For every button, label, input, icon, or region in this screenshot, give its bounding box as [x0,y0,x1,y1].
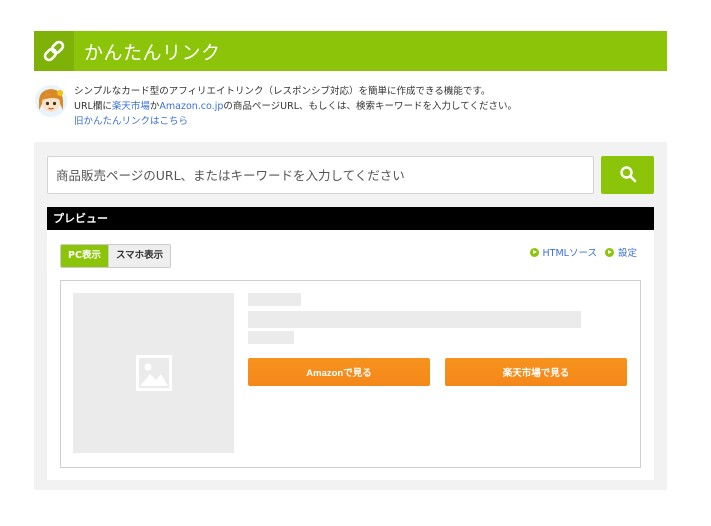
rakuten-link[interactable]: 楽天市場 [112,101,150,112]
intro-line-2-prefix: URL欄に [74,101,112,112]
amazon-link[interactable]: Amazon.co.jp [159,101,223,112]
arrow-circle-icon [529,247,539,257]
page-title: かんたんリンク [84,41,221,64]
rakuten-button[interactable]: 楽天市場で見る [445,358,627,386]
price-placeholder [248,331,294,344]
intro-line-2-suffix: の商品ページURL、もしくは、検索キーワードを入力してください。 [223,101,517,112]
intro-section: シンプルなカード型のアフィリエイトリンク（レスポンシブ対応）を簡単に作成できる機… [34,82,674,130]
search-button[interactable] [601,156,654,194]
page-header: かんたんリンク [34,31,667,71]
main-panel: プレビュー PC表示 スマホ表示 HTMLソース 設定 [34,142,667,490]
settings-label: 設定 [617,248,637,259]
description-placeholder [248,311,581,328]
settings-link[interactable]: 設定 [604,245,637,259]
amazon-button[interactable]: Amazonで見る [248,358,430,386]
product-card: Amazonで見る 楽天市場で見る [60,280,641,468]
avatar [34,84,68,118]
search-input[interactable] [47,156,594,194]
preview-title: プレビュー [47,207,654,230]
title-placeholder [248,293,301,306]
html-source-label: HTMLソース [542,248,597,259]
html-source-link[interactable]: HTMLソース [529,245,597,259]
intro-line-1: シンプルなカード型のアフィリエイトリンク（レスポンシブ対応）を簡単に作成できる機… [74,86,491,97]
old-version-link[interactable]: 旧かんたんリンクはこちら [74,114,517,129]
intro-text: シンプルなカード型のアフィリエイトリンク（レスポンシブ対応）を簡単に作成できる機… [74,84,517,129]
search-icon [619,165,637,186]
preview-area: PC表示 スマホ表示 HTMLソース 設定 Amazonで見る 楽天市場で見る [47,230,654,480]
intro-line-2: URL欄に楽天市場かAmazon.co.jpの商品ページURL、もしくは、検索キ… [74,99,517,114]
product-image-placeholder [73,293,234,453]
link-icon [34,31,74,71]
arrow-circle-icon [604,247,614,257]
view-tabs: PC表示 スマホ表示 [60,244,172,268]
tab-smartphone-view[interactable]: スマホ表示 [107,245,171,267]
tab-pc-view[interactable]: PC表示 [61,245,108,267]
image-icon [135,355,172,391]
preview-tools: HTMLソース 設定 [522,245,637,259]
intro-line-2-mid: か [149,101,160,112]
